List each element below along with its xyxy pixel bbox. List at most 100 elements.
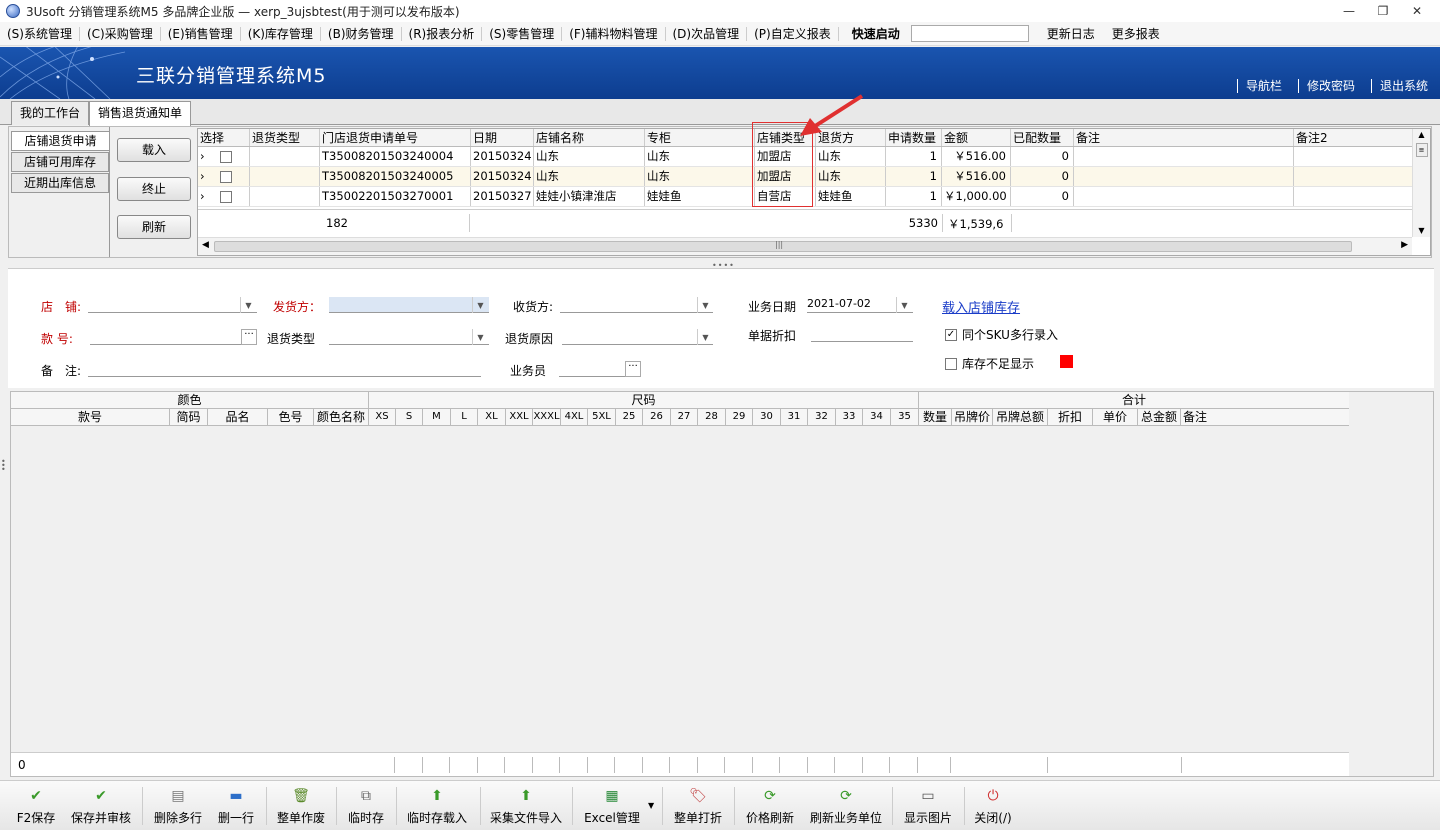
return-type-field[interactable]: [329, 329, 489, 345]
restore-button[interactable]: ❐: [1366, 0, 1400, 22]
refresh-button[interactable]: 刷新: [117, 215, 191, 239]
col-product-name[interactable]: 品名: [208, 409, 268, 426]
stop-button[interactable]: 终止: [117, 177, 191, 201]
menu-defects[interactable]: (D)次品管理: [666, 25, 747, 42]
col-size-4xl[interactable]: 4XL: [561, 409, 588, 426]
change-password-link[interactable]: 修改密码: [1297, 79, 1359, 93]
col-color-name[interactable]: 颜色名称: [314, 409, 369, 426]
scroll-down-icon[interactable]: ▼: [1413, 225, 1430, 237]
col-size-34[interactable]: 34: [863, 409, 891, 426]
logout-link[interactable]: 退出系统: [1370, 79, 1432, 93]
same-sku-checkbox[interactable]: ✓ 同个SKU多行录入: [945, 326, 1058, 343]
order-discount-button[interactable]: 🏷 整单打折: [670, 785, 726, 827]
col-total-amount[interactable]: 总金额: [1138, 409, 1181, 426]
col-size-32[interactable]: 32: [808, 409, 836, 426]
col-color-code[interactable]: 色号: [268, 409, 314, 426]
col-tag-price[interactable]: 吊牌价: [952, 409, 993, 426]
col-size-s[interactable]: S: [396, 409, 423, 426]
col-size-xxl[interactable]: XXL: [506, 409, 533, 426]
menu-custom-reports[interactable]: (P)自定义报表: [747, 25, 838, 42]
col-quantity[interactable]: 数量: [919, 409, 952, 426]
price-refresh-button[interactable]: ⟳ 价格刷新: [742, 785, 798, 827]
col-size-28[interactable]: 28: [698, 409, 726, 426]
menu-sales[interactable]: (E)销售管理: [161, 25, 240, 42]
low-stock-checkbox[interactable]: 库存不足显示: [945, 355, 1034, 372]
tab-sales-return-notice[interactable]: 销售退货通知单: [89, 101, 192, 126]
col-matched-qty[interactable]: 已配数量: [1011, 129, 1074, 146]
excel-dropdown-icon[interactable]: ▼: [648, 801, 654, 810]
refresh-units-button[interactable]: ⟳ 刷新业务单位: [806, 785, 886, 827]
tab-workbench[interactable]: 我的工作台: [11, 101, 90, 125]
low-stock-check-icon[interactable]: [945, 357, 957, 370]
scroll-right-icon[interactable]: ▶: [1401, 240, 1408, 250]
store-dropdown-icon[interactable]: ▼: [240, 297, 256, 313]
scroll-thumb-icon[interactable]: ≡: [1415, 143, 1428, 157]
row-checkbox[interactable]: [220, 190, 232, 203]
row-checkbox[interactable]: [220, 170, 232, 183]
scroll-left-icon[interactable]: ◀: [202, 240, 209, 250]
col-discount[interactable]: 折扣: [1048, 409, 1093, 426]
void-order-button[interactable]: 🗑 整单作废: [274, 785, 328, 827]
menu-retail[interactable]: (S)零售管理: [482, 25, 561, 42]
biz-date-dropdown-icon[interactable]: ▼: [896, 297, 912, 313]
row-select-cell[interactable]: ›: [198, 167, 250, 186]
col-detail-remark[interactable]: 备注: [1181, 409, 1349, 426]
col-size-25[interactable]: 25: [616, 409, 643, 426]
import-file-button[interactable]: ⬆ 采集文件导入: [488, 785, 564, 827]
side-splitter-icon[interactable]: • • •: [1, 458, 6, 474]
col-tag-total[interactable]: 吊牌总额: [993, 409, 1048, 426]
menu-system[interactable]: (S)系统管理: [0, 25, 79, 42]
nav-bar-link[interactable]: 导航栏: [1236, 79, 1286, 93]
salesman-picker-icon[interactable]: ···: [625, 361, 641, 377]
col-size-xxxl[interactable]: XXXL: [533, 409, 561, 426]
col-size-l[interactable]: L: [451, 409, 478, 426]
row-expand-icon[interactable]: ›: [200, 187, 220, 206]
col-size-35[interactable]: 35: [891, 409, 919, 426]
col-unit-price[interactable]: 单价: [1093, 409, 1138, 426]
row-select-cell[interactable]: ›: [198, 187, 250, 206]
quick-launch-input[interactable]: [910, 25, 1029, 42]
horizontal-scroll-thumb[interactable]: |||: [214, 240, 1352, 252]
show-image-button[interactable]: ▭ 显示图片: [900, 785, 956, 827]
receiver-field[interactable]: [560, 297, 713, 313]
col-size-xs[interactable]: XS: [369, 409, 396, 426]
col-store-name[interactable]: 店铺名称: [534, 129, 645, 146]
menu-finance[interactable]: (B)财务管理: [321, 25, 401, 42]
menu-reports[interactable]: (R)报表分析: [402, 25, 482, 42]
style-no-picker-icon[interactable]: ···: [241, 329, 257, 345]
load-button[interactable]: 载入: [117, 138, 191, 162]
close-window-button[interactable]: ✕: [1400, 0, 1434, 22]
side-tab-recent-outbound[interactable]: 近期出库信息: [11, 173, 109, 193]
scroll-up-icon[interactable]: ▲: [1413, 129, 1430, 141]
row-expand-icon[interactable]: ›: [200, 147, 220, 166]
temp-load-button[interactable]: ⬆ 临时存载入: [404, 785, 470, 827]
same-sku-check-icon[interactable]: ✓: [945, 328, 957, 341]
delete-rows-button[interactable]: ▤ 删除多行: [150, 785, 206, 827]
col-request-qty[interactable]: 申请数量: [886, 129, 942, 146]
grid-horizontal-scrollbar[interactable]: ◀ ||| ▶: [198, 237, 1412, 255]
row-checkbox[interactable]: [220, 150, 232, 163]
col-style-no[interactable]: 款号: [11, 409, 170, 426]
col-size-26[interactable]: 26: [643, 409, 671, 426]
menu-materials[interactable]: (F)辅料物料管理: [562, 25, 664, 42]
temp-save-button[interactable]: ⧉ 临时存: [344, 785, 388, 827]
salesman-field[interactable]: [559, 361, 625, 377]
col-counter[interactable]: 专柜: [645, 129, 755, 146]
close-button[interactable]: ⏻ 关闭(/): [970, 785, 1016, 827]
discount-field[interactable]: [811, 326, 913, 342]
store-field[interactable]: [88, 297, 257, 313]
col-size-xl[interactable]: XL: [478, 409, 506, 426]
shipper-dropdown-icon[interactable]: ▼: [472, 297, 488, 313]
return-type-dropdown-icon[interactable]: ▼: [472, 329, 488, 345]
menu-update-log[interactable]: 更新日志: [1037, 25, 1105, 42]
shipper-field[interactable]: [329, 297, 489, 313]
remark-field[interactable]: [88, 361, 481, 377]
col-size-27[interactable]: 27: [671, 409, 698, 426]
menu-inventory[interactable]: (K)库存管理: [241, 25, 320, 42]
col-size-30[interactable]: 30: [753, 409, 781, 426]
save-and-approve-button[interactable]: ✔ 保存并审核: [66, 785, 136, 827]
col-remark[interactable]: 备注: [1074, 129, 1294, 146]
grid-vertical-scrollbar[interactable]: ▲ ≡ ▼: [1412, 129, 1430, 237]
col-request-no[interactable]: 门店退货申请单号: [320, 129, 471, 146]
col-size-31[interactable]: 31: [781, 409, 808, 426]
